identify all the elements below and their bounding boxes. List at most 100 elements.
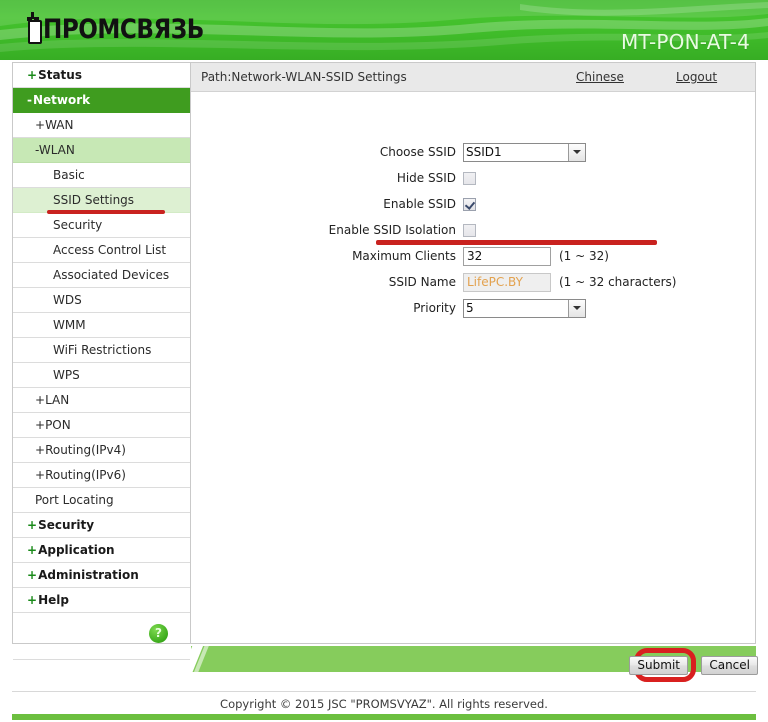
expand-plus-icon: + — [35, 418, 46, 432]
expand-plus-icon: + — [27, 68, 38, 82]
sidebar-item-associated-devices[interactable]: Associated Devices — [13, 263, 190, 288]
ssid-name-field: (1 ~ 32 characters) — [463, 272, 677, 292]
sidebar-item-label: PON — [45, 418, 71, 432]
sidebar-item-port-locating[interactable]: Port Locating — [13, 488, 190, 513]
sidebar-item-administration[interactable]: +Administration — [13, 563, 190, 588]
priority-select[interactable]: 01234567 — [463, 298, 586, 318]
sidebar-item-status[interactable]: +Status — [13, 63, 190, 88]
annotation-underline-ssid-settings — [47, 210, 165, 214]
logout-link[interactable]: Logout — [676, 70, 717, 84]
maximum-clients-field: (1 ~ 32) — [463, 246, 609, 266]
expand-plus-icon: + — [35, 468, 46, 482]
priority-select-wrapper[interactable]: 01234567 — [463, 298, 586, 318]
choose-ssid-select[interactable]: SSID1SSID2SSID3SSID4 — [463, 142, 586, 162]
sidebar-item-wan[interactable]: +WAN — [13, 113, 190, 138]
language-chinese-link[interactable]: Chinese — [576, 70, 624, 84]
sidebar-item-wds[interactable]: WDS — [13, 288, 190, 313]
sidebar-item-label: WDS — [53, 293, 82, 307]
sidebar-item-label: WLAN — [38, 143, 75, 157]
bottom-green-strip — [12, 714, 756, 720]
sidebar-item-wlan[interactable]: -WLAN — [13, 138, 190, 163]
sidebar-item-application[interactable]: +Application — [13, 538, 190, 563]
brand-logo-text: ПРОМСВЯЗЬ — [43, 13, 204, 45]
copyright-text: Copyright © 2015 JSC "PROMSVYAZ". All ri… — [220, 697, 548, 711]
form-row-priority: Priority 01234567 — [191, 295, 755, 321]
enable-ssid-isolation-checkbox[interactable] — [463, 223, 476, 237]
expand-plus-icon: + — [27, 518, 38, 532]
device-model-label: MT-PON-AT-4 — [620, 30, 750, 54]
ssid-name-input[interactable] — [463, 272, 551, 292]
sidebar-item-wps[interactable]: WPS — [13, 363, 190, 388]
sidebar-item-label: Help — [38, 593, 69, 607]
form-row-choose-ssid: Choose SSID SSID1SSID2SSID3SSID4 — [191, 139, 755, 165]
sidebar-item-label: Security — [53, 218, 103, 232]
choose-ssid-field: SSID1SSID2SSID3SSID4 — [463, 142, 586, 162]
maximum-clients-hint: (1 ~ 32) — [559, 249, 609, 263]
hide-ssid-checkbox[interactable] — [463, 171, 476, 185]
sidebar-item-ssid-settings[interactable]: SSID Settings — [13, 188, 190, 214]
form-row-hide-ssid: Hide SSID — [191, 165, 755, 191]
sidebar-item-label: Network — [32, 93, 91, 107]
priority-label: Priority — [413, 301, 456, 315]
sidebar-item-lan[interactable]: +LAN — [13, 388, 190, 413]
expand-plus-icon: + — [35, 393, 46, 407]
sidebar-navigation: +Status -Network +WAN -WLAN Basic SSID S… — [12, 62, 191, 660]
sidebar-item-security-wlan[interactable]: Security — [13, 213, 190, 238]
sidebar-item-label: WMM — [53, 318, 86, 332]
form-row-ssid-name: SSID Name (1 ~ 32 characters) — [191, 269, 755, 295]
sidebar-item-basic[interactable]: Basic — [13, 163, 190, 188]
ssid-name-label: SSID Name — [388, 275, 456, 289]
priority-field: 01234567 — [463, 298, 586, 318]
sidebar-item-security[interactable]: +Security — [13, 513, 190, 538]
choose-ssid-select-wrapper[interactable]: SSID1SSID2SSID3SSID4 — [463, 142, 586, 162]
sidebar-item-help[interactable]: +Help — [13, 588, 190, 613]
form-row-enable-ssid: Enable SSID — [191, 191, 755, 217]
sidebar-item-label: Application — [38, 543, 115, 557]
sidebar-item-label: Administration — [38, 568, 139, 582]
hide-ssid-field — [463, 171, 476, 185]
brand-logo: ПРОМСВЯЗЬ — [24, 12, 212, 46]
sidebar-item-pon[interactable]: +PON — [13, 413, 190, 438]
cancel-button[interactable]: Cancel — [701, 656, 758, 676]
sidebar-item-label: Routing(IPv6) — [45, 468, 126, 482]
sidebar-item-routing-ipv4[interactable]: +Routing(IPv4) — [13, 438, 190, 463]
enable-ssid-label: Enable SSID — [383, 197, 456, 211]
maximum-clients-input[interactable] — [463, 246, 551, 266]
submit-button[interactable]: Submit — [629, 656, 688, 676]
sidebar-item-label: WAN — [45, 118, 74, 132]
expand-plus-icon: + — [35, 118, 46, 132]
ssid-settings-form: Choose SSID SSID1SSID2SSID3SSID4 Hide SS… — [191, 92, 755, 321]
breadcrumb-path: Path:Network-WLAN-SSID Settings — [201, 70, 407, 84]
ssid-name-hint: (1 ~ 32 characters) — [559, 275, 677, 289]
sidebar-item-label: Basic — [53, 168, 85, 182]
enable-ssid-field — [463, 197, 476, 211]
expand-plus-icon: + — [27, 568, 38, 582]
sidebar-item-access-control-list[interactable]: Access Control List — [13, 238, 190, 263]
enable-ssid-checkbox[interactable] — [463, 197, 476, 211]
sidebar-item-label: Port Locating — [35, 493, 114, 507]
enable-ssid-isolation-field — [463, 223, 476, 237]
sidebar-item-network[interactable]: -Network — [13, 88, 190, 113]
question-mark-icon[interactable]: ? — [149, 624, 168, 643]
sidebar-item-wifi-restrictions[interactable]: WiFi Restrictions — [13, 338, 190, 363]
body-area: +Status -Network +WAN -WLAN Basic SSID S… — [0, 60, 768, 695]
sidebar-item-routing-ipv6[interactable]: +Routing(IPv6) — [13, 463, 190, 488]
router-admin-page: ПРОМСВЯЗЬ MT-PON-AT-4 +Status -Network +… — [0, 0, 768, 722]
sidebar-item-label: SSID Settings — [53, 193, 135, 207]
sidebar-item-wmm[interactable]: WMM — [13, 313, 190, 338]
sidebar-item-label: WiFi Restrictions — [53, 343, 152, 357]
expand-plus-icon: + — [27, 543, 38, 557]
sidebar-item-label: Access Control List — [53, 243, 167, 257]
expand-plus-icon: + — [27, 593, 38, 607]
sidebar-item-label: Status — [38, 68, 82, 82]
sidebar-item-label: Associated Devices — [53, 268, 170, 282]
footer-divider — [12, 691, 756, 692]
content-panel: Path:Network-WLAN-SSID Settings Chinese … — [191, 62, 756, 644]
expand-plus-icon: + — [35, 443, 46, 457]
content-header-bar: Path:Network-WLAN-SSID Settings Chinese … — [191, 63, 755, 92]
hide-ssid-label: Hide SSID — [396, 171, 456, 185]
annotation-underline-ssid-name — [376, 240, 657, 245]
header-banner: ПРОМСВЯЗЬ MT-PON-AT-4 — [0, 0, 768, 60]
sidebar-item-label: LAN — [45, 393, 70, 407]
form-row-maximum-clients: Maximum Clients (1 ~ 32) — [191, 243, 755, 269]
